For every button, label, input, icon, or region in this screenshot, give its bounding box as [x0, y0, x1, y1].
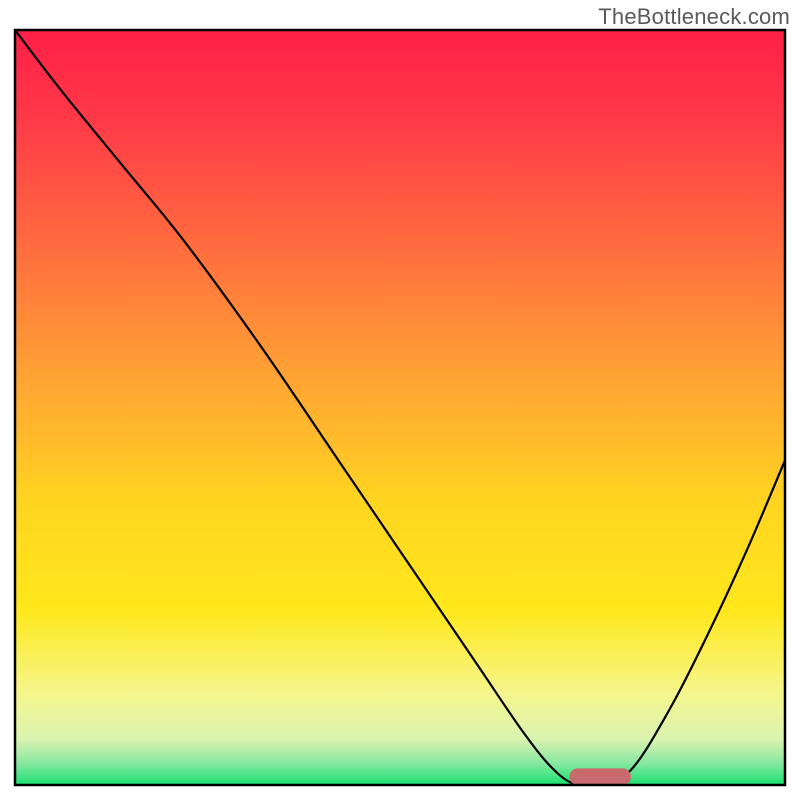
gradient-background — [15, 30, 785, 785]
optimal-marker — [569, 768, 631, 785]
bottleneck-chart — [0, 0, 800, 800]
chart-container: TheBottleneck.com — [0, 0, 800, 800]
